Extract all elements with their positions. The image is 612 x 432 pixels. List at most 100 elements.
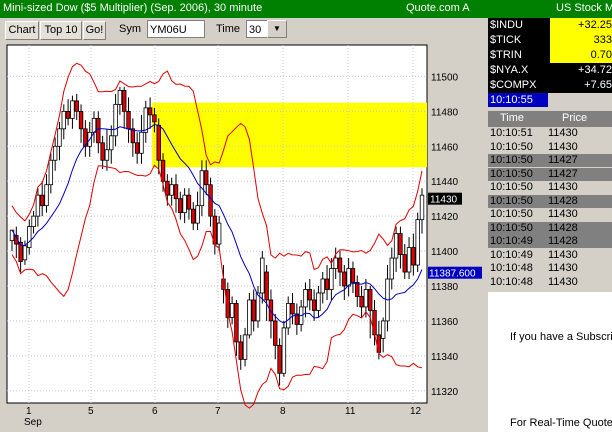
candle-body — [290, 303, 295, 315]
x-tick-label: 11 — [345, 406, 356, 417]
trade-price: 11427 — [548, 167, 578, 180]
trade-price: 11430 — [548, 208, 578, 220]
x-tick-label: 7 — [215, 406, 221, 417]
candle-body — [307, 289, 312, 301]
trade-time: 10:10:50 — [490, 140, 533, 153]
time-sales-row[interactable]: 10:10:50 11427 — [488, 154, 612, 167]
chart-toolbar: Chart Top 10 Go! Sym YM06U Time 30 ▼ — [0, 18, 488, 44]
time-sales-row[interactable]: 10:10:49 11430 — [488, 248, 612, 262]
trade-time: 10:10:50 — [490, 221, 533, 234]
candle-body — [251, 299, 256, 322]
candle-body — [359, 296, 364, 308]
chart-window: Mini-sized Dow ($5 Multiplier) (Sep. 200… — [0, 0, 488, 432]
time-sales-list[interactable]: 10:10:51 11430 10:10:50 11430 10:10:50 11427 1… — [488, 127, 612, 292]
x-tick-label: 1 — [26, 406, 32, 417]
time-column-header[interactable]: Time — [500, 112, 524, 124]
candle-body — [195, 205, 200, 224]
candle-body — [91, 117, 97, 133]
trade-time: 10:10:49 — [490, 248, 533, 261]
time-sales-header: Time Price — [488, 111, 612, 127]
trade-price: 11430 — [548, 262, 578, 274]
candle-body — [329, 268, 334, 290]
time-select[interactable]: 30 — [246, 20, 268, 38]
candle-body — [65, 110, 71, 119]
candle-body — [27, 226, 32, 248]
candle-body — [229, 303, 235, 318]
x-tick-label: 8 — [280, 406, 286, 417]
y-tick-label: 11500 — [431, 72, 459, 83]
candle-body — [234, 303, 239, 343]
trade-time: 10:10:50 — [490, 154, 533, 166]
candle-body — [368, 289, 373, 311]
price-column-header[interactable]: Price — [562, 112, 587, 124]
y-tick-label: 11360 — [431, 317, 459, 328]
time-sales-row[interactable]: 10:10:49 11428 — [488, 235, 612, 248]
candle-body — [122, 90, 127, 112]
x-sublabel: Sep — [24, 417, 42, 428]
time-sales-row[interactable]: 10:10:48 11430 — [488, 262, 612, 275]
quote-window-title: US Stock M — [556, 2, 612, 14]
candle-body — [411, 247, 416, 266]
trade-time: 10:10:50 — [490, 208, 533, 220]
y-tick-label: 11460 — [431, 142, 459, 153]
go-button[interactable]: Go! — [83, 21, 106, 40]
indicator-price-value: 11387.600 — [429, 269, 476, 280]
candle-body — [143, 107, 148, 133]
candle-body — [355, 282, 360, 297]
time-label: Time — [216, 23, 241, 35]
quote-row[interactable]: $TICK 333 — [488, 33, 612, 48]
trade-price: 11430 — [548, 248, 578, 261]
trade-time: 10:10:51 — [490, 127, 533, 139]
candle-body — [393, 233, 399, 259]
time-sales-row[interactable]: 10:10:50 11430 — [488, 181, 612, 194]
quote-row[interactable]: $COMPX +7.65 — [488, 78, 612, 93]
trade-price: 11430 — [548, 181, 578, 193]
time-sales-row[interactable]: 10:10:48 11430 — [488, 275, 612, 289]
sym-label: Sym — [119, 23, 141, 35]
time-sales-row[interactable]: 10:10:50 11428 — [488, 221, 612, 235]
quote-window: US Stock M $INDU +32.25 $TICK 333 $TRIN 0.7… — [488, 0, 612, 432]
trade-time: 10:10:50 — [490, 167, 533, 180]
time-sales-row[interactable]: 10:10:50 11428 — [488, 194, 612, 208]
quote-row[interactable]: $NYA.X +34.72 — [488, 63, 612, 78]
quote-row[interactable]: $INDU +32.25 — [488, 18, 612, 33]
candle-body — [398, 233, 403, 255]
candle-body — [286, 303, 291, 329]
subscription-panel: If you have a Subscrip For Real-Time Quo… — [488, 292, 612, 432]
chart-button[interactable]: Chart — [5, 21, 39, 40]
candle-body — [173, 184, 179, 200]
candle-body — [160, 159, 166, 182]
trade-price: 11428 — [548, 235, 578, 247]
time-sales-row[interactable]: 10:10:51 11430 — [488, 127, 612, 140]
y-tick-label: 11440 — [431, 177, 459, 188]
candle-body — [48, 159, 54, 186]
symbol-input[interactable]: YM06U — [147, 20, 205, 38]
candle-body — [134, 142, 140, 154]
trade-price: 11428 — [548, 194, 578, 207]
time-sales-row[interactable]: 10:10:50 11427 — [488, 167, 612, 181]
trade-time: 10:10:50 — [490, 181, 533, 193]
candle-body — [346, 268, 351, 287]
chevron-down-icon[interactable]: ▼ — [267, 20, 287, 38]
candle-body — [74, 100, 79, 112]
candle-body — [126, 110, 131, 130]
candle-body — [100, 142, 105, 161]
x-tick-label: 12 — [410, 406, 422, 417]
subscription-text: If you have a Subscrip — [510, 331, 612, 343]
time-sales-row[interactable]: 10:10:50 11430 — [488, 140, 612, 154]
candle-body — [57, 128, 62, 147]
candle-body — [255, 292, 261, 322]
candle-body — [78, 110, 84, 130]
candle-body — [389, 257, 394, 280]
candle-body — [264, 271, 269, 301]
y-tick-label: 11380 — [431, 282, 459, 293]
candle-body — [191, 208, 196, 224]
time-sales-row[interactable]: 10:10:50 11430 — [488, 208, 612, 221]
trade-time: 10:10:48 — [490, 275, 533, 288]
candle-body — [169, 184, 174, 196]
quote-row[interactable]: $TRIN 0.70 — [488, 48, 612, 63]
candle-body — [22, 245, 28, 261]
top10-button[interactable]: Top 10 — [40, 21, 82, 40]
candle-body — [337, 257, 343, 273]
candle-body — [104, 149, 110, 161]
